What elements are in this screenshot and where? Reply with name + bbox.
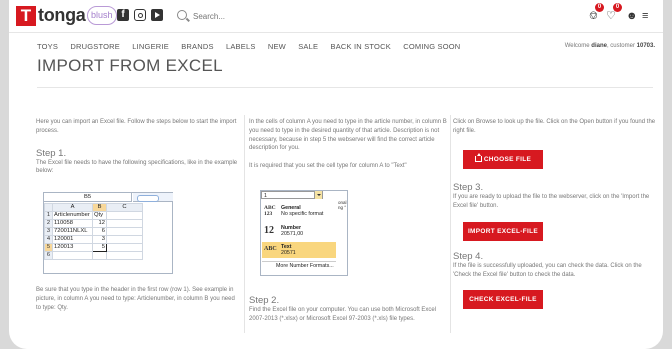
table-row: 3 720011NLXL 6 xyxy=(44,227,143,236)
nav-item-lingerie[interactable]: LINGERIE xyxy=(132,42,169,51)
format-side-label: onal ng ° xyxy=(338,200,347,210)
more-number-formats: More Number Formats... xyxy=(262,261,336,270)
formula-bar xyxy=(133,193,173,202)
column-2: In the cells of column A you need to typ… xyxy=(249,118,449,171)
excel-grid: A B C 1 Articlenumber Qty 2 110058 12 3 72001… xyxy=(44,203,143,260)
upload-icon xyxy=(474,153,482,162)
table-row: 1 Articlenumber Qty xyxy=(44,211,143,220)
format-option-text: ABC Text 20571 xyxy=(262,242,336,258)
check-excel-button[interactable]: CHECK EXCEL-FILE xyxy=(463,290,543,309)
table-row: 2 110058 12 xyxy=(44,219,143,228)
welcome-name: diane xyxy=(591,43,607,49)
main-nav: TOYS DRUGSTORE LINGERIE BRANDS LABELS NE… xyxy=(37,42,470,54)
browse-instructions: Click on Browse to look up the file. Cli… xyxy=(453,119,656,134)
search-input[interactable] xyxy=(193,8,313,25)
excel-namebox: B5 xyxy=(44,193,132,202)
heart-icon[interactable]: ♡ xyxy=(606,10,616,22)
page-window: T tonga blush f ⎊ 0 ♡ 0 ☻ ≡ TOYS DRUGSTO… xyxy=(9,0,663,349)
intro-text: Here you can import an Excel file. Follo… xyxy=(36,119,237,134)
choose-file-button[interactable]: CHOOSE FILE xyxy=(463,150,543,169)
step3-text: If you are ready to upload the file to t… xyxy=(453,194,650,209)
table-row: 4 120001 3 xyxy=(44,235,143,244)
instagram-icon[interactable] xyxy=(134,9,146,21)
search-bar xyxy=(175,8,315,25)
page-title: IMPORT FROM EXCEL xyxy=(37,56,223,75)
import-excel-button[interactable]: IMPORT EXCEL-FILE xyxy=(463,222,543,241)
nav-item-labels[interactable]: LABELS xyxy=(226,42,256,51)
cart-icon[interactable]: ⎊ xyxy=(589,10,598,22)
nav-item-toys[interactable]: TOYS xyxy=(37,42,58,51)
column-1-footer: Be sure that you type in the header in t… xyxy=(36,286,240,312)
column-3-step3: Step 3. If you are ready to upload the f… xyxy=(453,182,657,211)
logo-text[interactable]: tonga xyxy=(38,5,86,26)
blush-logo[interactable]: blush xyxy=(87,6,117,25)
site-header: T tonga blush f ⎊ 0 ♡ 0 ☻ ≡ xyxy=(9,0,663,33)
step2-text: Find the Excel file on your computer. Yo… xyxy=(249,307,437,322)
cart-badge: 0 xyxy=(595,3,604,12)
nav-item-coming-soon[interactable]: COMING SOON xyxy=(403,42,460,51)
cell-type-note: It is required that you set the cell typ… xyxy=(249,163,407,170)
nav-item-drugstore[interactable]: DRUGSTORE xyxy=(70,42,120,51)
column-2-step2: Step 2. Find the Excel file on your comp… xyxy=(249,295,449,324)
column-1: Here you can import an Excel file. Follo… xyxy=(36,118,240,176)
format-option-general: ABC 123 General No specific format xyxy=(264,205,324,217)
column-divider xyxy=(450,115,451,333)
search-icon[interactable] xyxy=(177,10,187,20)
wishlist-badge: 0 xyxy=(613,3,622,12)
column-divider xyxy=(244,115,245,333)
column-instructions: In the cells of column A you need to typ… xyxy=(249,119,447,152)
facebook-icon[interactable]: f xyxy=(117,9,129,21)
nav-item-back-in-stock[interactable]: BACK IN STOCK xyxy=(331,42,391,51)
customer-number: 10703. xyxy=(636,43,655,49)
column-3: Click on Browse to look up the file. Cli… xyxy=(453,118,657,136)
welcome-text: Welcome diane, customer 10703. xyxy=(564,43,655,49)
step1-title: Step 1. xyxy=(36,147,67,159)
nav-item-sale[interactable]: SALE xyxy=(298,42,318,51)
nav-item-new[interactable]: NEW xyxy=(268,42,286,51)
format-option-number: 12 Number 20571,00 xyxy=(264,225,304,237)
table-row: 5 120013 5 xyxy=(44,243,143,252)
step2-title: Step 2. xyxy=(249,295,280,306)
table-row: 6 xyxy=(44,251,143,260)
header-instructions: Be sure that you type in the header in t… xyxy=(36,287,235,311)
settings-icon[interactable]: ≡ xyxy=(642,10,648,22)
step4-text: If the file is successfully uploaded, yo… xyxy=(453,263,642,278)
title-divider xyxy=(37,87,653,88)
excel-example-image: B5 A B C 1 Articlenumber Qty 2 110058 12 3 72… xyxy=(43,192,173,274)
step4-title: Step 4. xyxy=(453,251,484,262)
chevron-down-icon xyxy=(314,191,322,199)
user-icon[interactable]: ☻ xyxy=(626,10,638,22)
column-3-step4: Step 4. If the file is successfully uplo… xyxy=(453,251,657,280)
nav-item-brands[interactable]: BRANDS xyxy=(181,42,213,51)
number-format-image: 1 onal ng ° ABC 123 General No specific … xyxy=(260,190,348,276)
youtube-icon[interactable] xyxy=(151,9,163,21)
logo-mark[interactable]: T xyxy=(16,6,36,26)
browser-frame: T tonga blush f ⎊ 0 ♡ 0 ☻ ≡ TOYS DRUGSTO… xyxy=(0,0,672,349)
step1-text: The Excel file needs to have the followi… xyxy=(36,159,238,175)
step3-title: Step 3. xyxy=(453,182,484,193)
